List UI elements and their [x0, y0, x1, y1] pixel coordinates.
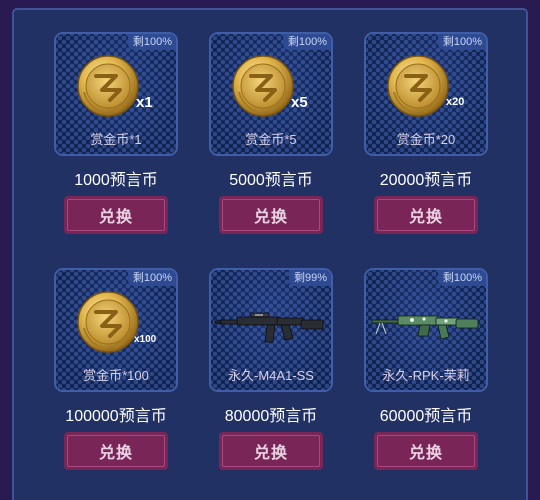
- quantity-label: x100: [134, 334, 157, 345]
- item-name: 赏金币*5: [245, 132, 297, 147]
- item-card[interactable]: 剩100% x5 赏金币*5: [209, 32, 333, 156]
- exchange-button[interactable]: 兑换: [64, 196, 168, 234]
- rifle-icon: [211, 284, 331, 364]
- item-name: 赏金币*20: [396, 132, 456, 147]
- item-card[interactable]: 剩99% 永久-M4A1-SS: [209, 268, 333, 392]
- machine-gun-icon: [366, 284, 486, 364]
- quantity-label: x5: [291, 94, 308, 111]
- quantity-label: x1: [136, 94, 153, 111]
- exchange-button[interactable]: 兑换: [219, 432, 323, 470]
- item-price: 20000预言币: [379, 172, 473, 189]
- item-card[interactable]: 剩100% 永久-RPK-茉莉: [364, 268, 488, 392]
- exchange-button-label: 兑换: [408, 209, 443, 226]
- item-price: 100000预言币: [65, 408, 167, 425]
- coin-icon: [56, 48, 176, 128]
- exchange-button-label: 兑换: [98, 445, 133, 462]
- exchange-button-label: 兑换: [253, 209, 288, 226]
- exchange-button-label: 兑换: [253, 445, 288, 462]
- item-name: 永久-RPK-茉莉: [382, 368, 470, 383]
- item-price: 80000预言币: [224, 408, 318, 425]
- item-name: 赏金币*1: [90, 132, 142, 147]
- coin-icon: [366, 48, 486, 128]
- exchange-button[interactable]: 兑换: [64, 432, 168, 470]
- item-name: 永久-M4A1-SS: [228, 368, 314, 383]
- shop-item: 剩100% x1 赏金币*1 1000预言币 兑换: [54, 32, 178, 244]
- item-card[interactable]: 剩100% x100 赏金币*100: [54, 268, 178, 392]
- shop-item: 剩100% 永久-RPK-茉莉 60000预言币 兑换: [364, 268, 488, 480]
- item-price: 1000预言币: [74, 172, 158, 189]
- coin-icon: [211, 48, 331, 128]
- exchange-button[interactable]: 兑换: [219, 196, 323, 234]
- shop-item: 剩100% x5 赏金币*5 5000预言币 兑换: [209, 32, 333, 244]
- item-price: 60000预言币: [379, 408, 473, 425]
- shop-item: 剩100% x100 赏金币*100 100000预言币 兑换: [54, 268, 178, 480]
- item-name: 赏金币*100: [83, 368, 149, 383]
- shop-item: 剩99% 永久-M4A1-SS 80000预言币 兑换: [209, 268, 333, 480]
- shop-panel: 剩100% x1 赏金币*1 1000预言币 兑换 剩100% x5 赏金币*5…: [12, 8, 528, 500]
- exchange-button[interactable]: 兑换: [374, 196, 478, 234]
- coin-icon: [56, 284, 176, 364]
- exchange-button-label: 兑换: [98, 209, 133, 226]
- item-price: 5000预言币: [229, 172, 313, 189]
- item-card[interactable]: 剩100% x1 赏金币*1: [54, 32, 178, 156]
- shop-item: 剩100% x20 赏金币*20 20000预言币 兑换: [364, 32, 488, 244]
- exchange-button[interactable]: 兑换: [374, 432, 478, 470]
- item-card[interactable]: 剩100% x20 赏金币*20: [364, 32, 488, 156]
- exchange-button-label: 兑换: [408, 445, 443, 462]
- quantity-label: x20: [446, 96, 465, 108]
